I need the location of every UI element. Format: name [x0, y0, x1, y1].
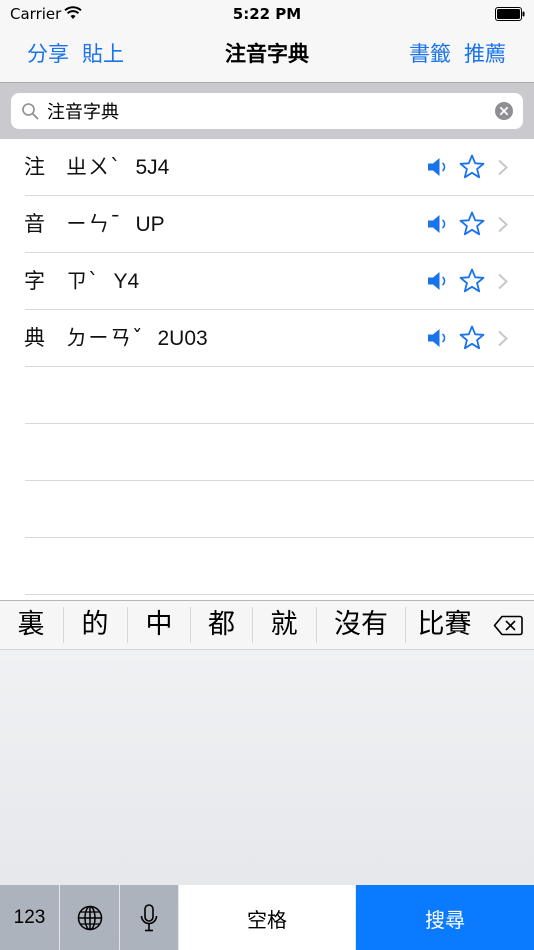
result-row[interactable]: 字 ㄗˋ Y4 — [0, 253, 534, 310]
clear-icon[interactable] — [495, 102, 513, 120]
result-zhuyin: ㄉㄧㄢˇ — [66, 326, 144, 350]
result-row[interactable]: 典 ㄉㄧㄢˇ 2U03 — [0, 310, 534, 367]
result-zhuyin: ㄧㄣˉ — [66, 212, 122, 236]
result-zhuyin: ㄗˋ — [66, 269, 100, 293]
result-phonetic: ㄧㄣˉ UP — [66, 210, 165, 239]
nav-bar: 分享 貼上 注音字典 書籤 推薦 — [0, 28, 534, 82]
speaker-icon[interactable] — [427, 157, 449, 177]
globe-key[interactable] — [60, 885, 119, 950]
result-character: 字 — [24, 269, 45, 293]
candidate-bar: 裏 的 中 都 就 沒有 比賽 — [0, 601, 534, 650]
speaker-icon[interactable] — [427, 328, 449, 348]
keyboard: 裏 的 中 都 就 沒有 比賽 123 空格 搜尋 — [0, 600, 534, 950]
result-code: 2U03 — [157, 327, 208, 350]
backspace-icon — [493, 615, 523, 636]
candidate-word[interactable]: 裏 — [0, 601, 62, 649]
result-phonetic: ㄉㄧㄢˇ 2U03 — [66, 324, 208, 353]
status-bar: Carrier 5:22 PM — [0, 0, 534, 28]
result-character: 注 — [24, 155, 45, 179]
result-character: 典 — [24, 326, 45, 350]
result-row[interactable]: 音 ㄧㄣˉ UP — [0, 196, 534, 253]
search-input[interactable] — [47, 97, 487, 125]
chevron-right-icon — [498, 273, 508, 290]
globe-icon — [77, 905, 102, 931]
recommend-button[interactable]: 推薦 — [464, 40, 506, 68]
result-zhuyin: ㄓㄨˋ — [66, 155, 122, 179]
result-row[interactable]: 注 ㄓㄨˋ 5J4 — [0, 139, 534, 196]
star-icon[interactable] — [459, 211, 485, 237]
empty-row — [0, 538, 534, 595]
candidate-word[interactable]: 沒有 — [317, 601, 405, 649]
clock: 5:22 PM — [232, 5, 302, 23]
candidate-word[interactable]: 中 — [128, 601, 190, 649]
result-code: 5J4 — [135, 156, 170, 179]
search-key[interactable]: 搜尋 — [356, 885, 534, 950]
speaker-icon[interactable] — [427, 271, 449, 291]
results-list: 注 ㄓㄨˋ 5J4 音 ㄧㄣˉ UP 字 ㄗˋ Y4 典 ㄉㄧㄢˇ 2U03 — [0, 139, 534, 600]
page-title: 注音字典 — [225, 42, 309, 66]
microphone-key[interactable] — [120, 885, 178, 950]
empty-row — [0, 367, 534, 424]
delete-key[interactable] — [483, 601, 534, 649]
battery-icon — [495, 7, 525, 21]
search-icon — [22, 103, 39, 120]
chevron-right-icon — [498, 159, 508, 176]
result-code: Y4 — [113, 270, 140, 293]
star-icon[interactable] — [459, 325, 485, 351]
candidate-word[interactable]: 比賽 — [406, 601, 483, 649]
screen: Carrier 5:22 PM 分享 貼上 注音字典 書籤 推薦 注音字典 注 … — [0, 0, 534, 950]
candidate-word[interactable]: 的 — [64, 601, 126, 649]
candidate-word[interactable]: 就 — [253, 601, 315, 649]
result-code: UP — [135, 213, 165, 236]
chevron-right-icon — [498, 330, 508, 347]
chevron-right-icon — [498, 216, 508, 233]
result-phonetic: ㄗˋ Y4 — [66, 267, 139, 296]
speaker-icon[interactable] — [427, 214, 449, 234]
keyboard-bottom-row: 123 空格 搜尋 — [0, 885, 534, 950]
numbers-key[interactable]: 123 — [0, 885, 59, 950]
space-key[interactable]: 空格 — [179, 885, 355, 950]
result-phonetic: ㄓㄨˋ 5J4 — [66, 153, 169, 182]
empty-row — [0, 424, 534, 481]
result-character: 音 — [24, 212, 45, 236]
candidate-word[interactable]: 都 — [191, 601, 252, 649]
microphone-icon — [140, 904, 158, 932]
star-icon[interactable] — [459, 154, 485, 180]
empty-row — [0, 481, 534, 538]
search-bar — [0, 82, 534, 139]
star-icon[interactable] — [459, 268, 485, 294]
search-field[interactable] — [11, 93, 523, 129]
bookmarks-button[interactable]: 書籤 — [409, 40, 451, 68]
